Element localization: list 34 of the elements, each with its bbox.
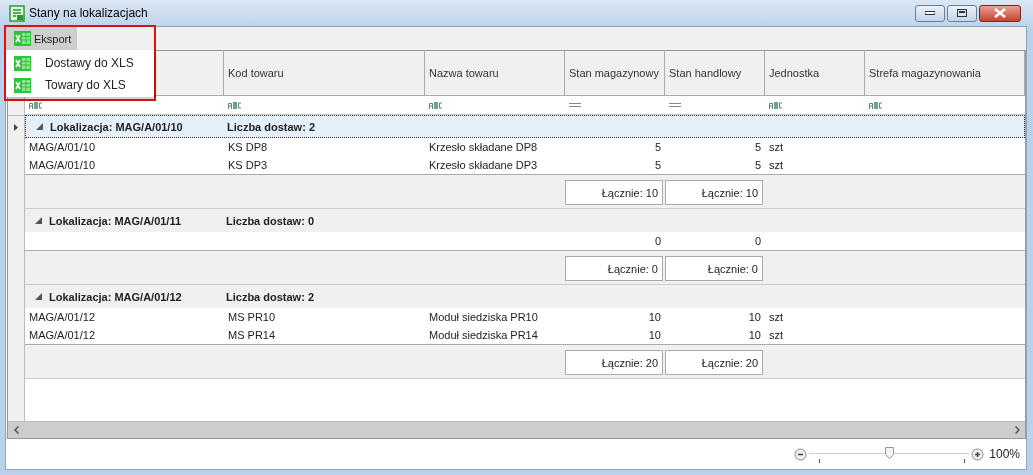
table-cell-text: Krzesło składane DP8 bbox=[428, 141, 539, 153]
window-title: Stany na lokalizacjach bbox=[29, 6, 148, 20]
table-cell-text: Moduł siedziska PR10 bbox=[428, 311, 539, 323]
table-cell-text: MAG/A/01/12 bbox=[28, 329, 97, 341]
table-cell-text: Moduł siedziska PR14 bbox=[428, 329, 539, 341]
total-field: Łącznie: 20 bbox=[665, 350, 763, 375]
table-cell-text: 0 bbox=[753, 235, 762, 247]
table-cell-text: 10 bbox=[747, 329, 762, 341]
table-cell-text: szt bbox=[768, 141, 785, 153]
table-cell-text: MAG/A/01/12 bbox=[28, 311, 97, 323]
table-cell-text: MS PR14 bbox=[227, 329, 277, 341]
total-field: Łącznie: 0 bbox=[565, 256, 663, 281]
table-cell-text: 5 bbox=[753, 159, 762, 171]
total-field: Łącznie: 10 bbox=[665, 180, 763, 205]
table-cell-text: 10 bbox=[747, 311, 762, 323]
table-cell-text: szt bbox=[768, 159, 785, 171]
table-cell-text: 0 bbox=[653, 235, 662, 247]
total-field: Łącznie: 20 bbox=[565, 350, 663, 375]
table-cell-text: 5 bbox=[653, 159, 662, 171]
table-cell-text: KS DP8 bbox=[227, 141, 269, 153]
table-cell-text: KS DP3 bbox=[227, 159, 269, 171]
table-cell-text: MAG/A/01/10 bbox=[28, 141, 97, 153]
table-cell-text: MS PR10 bbox=[227, 311, 277, 323]
table-cell-text: Krzesło składane DP3 bbox=[428, 159, 539, 171]
table-cell-text: 10 bbox=[647, 329, 662, 341]
total-field: Łącznie: 10 bbox=[565, 180, 663, 205]
table-cell-text: szt bbox=[768, 329, 785, 341]
table-cell-text: MAG/A/01/10 bbox=[28, 159, 97, 171]
total-field: Łącznie: 0 bbox=[665, 256, 763, 281]
table-cell-text: szt bbox=[768, 311, 785, 323]
table-cell-text: 10 bbox=[647, 311, 662, 323]
table-cell-text: 5 bbox=[653, 141, 662, 153]
zoom-label: 100% bbox=[989, 447, 1020, 461]
table-cell-text: 5 bbox=[753, 141, 762, 153]
